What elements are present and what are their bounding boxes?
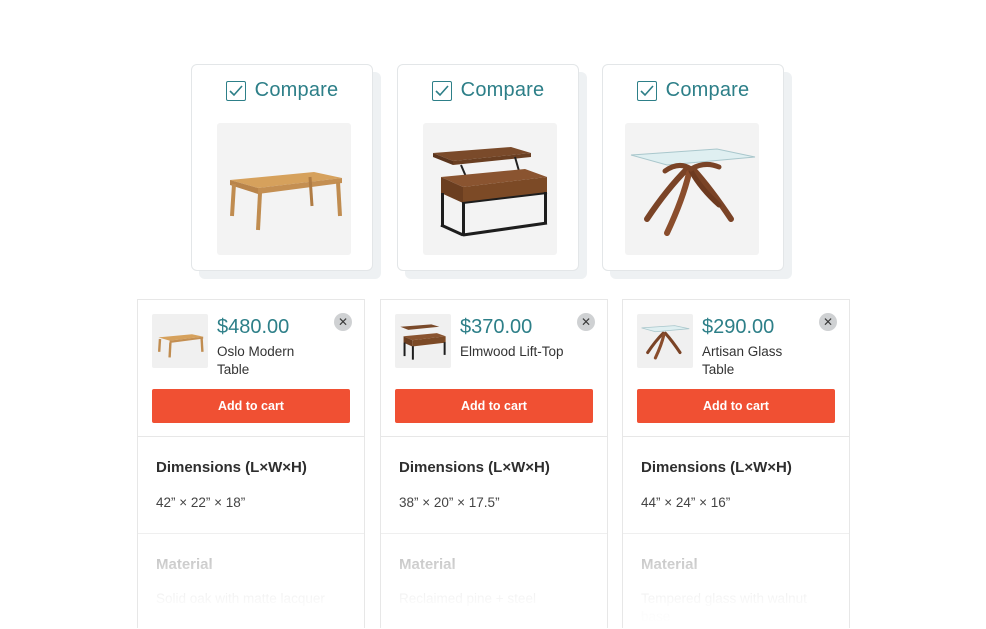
compare-card-oak-table: Compare [191, 64, 373, 271]
product-name[interactable]: Artisan Glass Table [702, 343, 814, 379]
product-column: $290.00 Artisan Glass Table ✕ Add to car… [622, 299, 850, 628]
product-thumbnail[interactable] [152, 314, 208, 368]
spec-value: Solid oak with matte lacquer [156, 591, 325, 606]
compare-toggle[interactable]: Compare [398, 79, 578, 102]
spec-value: Reclaimed pine + steel [399, 591, 536, 606]
product-summary: $370.00 Elmwood Lift-Top ✕ Add to cart [381, 299, 607, 437]
glass-table-image [625, 123, 759, 255]
compare-label: Compare [460, 79, 545, 101]
spec-value: Tempered glass with walnut base [641, 591, 807, 624]
spec-value: 44” × 24” × 16” [641, 495, 731, 510]
checkbox-checked-icon[interactable] [225, 80, 246, 101]
product-price: $370.00 [460, 316, 533, 338]
spec-value: 38” × 20” × 17.5” [399, 495, 500, 510]
product-column: $370.00 Elmwood Lift-Top ✕ Add to cart D… [380, 299, 608, 628]
compare-card-glass-table: Compare [602, 64, 784, 271]
spec-material: Material Reclaimed pine + steel [381, 534, 607, 629]
product-thumbnail[interactable] [637, 314, 693, 368]
spec-title: Material [156, 556, 213, 573]
lift-top-table-image [423, 123, 557, 255]
close-icon[interactable]: ✕ [819, 313, 837, 331]
spec-title: Dimensions (L×W×H) [641, 459, 792, 476]
compare-card-lift-top-table: Compare [397, 64, 579, 271]
oak-table-image [217, 123, 351, 255]
close-icon[interactable]: ✕ [577, 313, 595, 331]
spec-value: 42” × 22” × 18” [156, 495, 246, 510]
product-column: $480.00 Oslo Modern Table ✕ Add to cart … [137, 299, 365, 628]
add-to-cart-button[interactable]: Add to cart [637, 389, 835, 423]
product-name[interactable]: Elmwood Lift-Top [460, 343, 572, 361]
compare-label: Compare [254, 79, 339, 101]
checkbox-checked-icon[interactable] [431, 80, 452, 101]
add-to-cart-button[interactable]: Add to cart [395, 389, 593, 423]
product-name[interactable]: Oslo Modern Table [217, 343, 329, 379]
spec-material: Material Solid oak with matte lacquer [138, 534, 364, 629]
spec-dimensions: Dimensions (L×W×H) 42” × 22” × 18” [138, 437, 364, 534]
add-to-cart-button[interactable]: Add to cart [152, 389, 350, 423]
compare-toggle[interactable]: Compare [603, 79, 783, 102]
product-price: $290.00 [702, 316, 775, 338]
spec-title: Dimensions (L×W×H) [399, 459, 550, 476]
spec-dimensions: Dimensions (L×W×H) 44” × 24” × 16” [623, 437, 849, 534]
product-price: $480.00 [217, 316, 290, 338]
compare-label: Compare [665, 79, 750, 101]
product-summary: $290.00 Artisan Glass Table ✕ Add to car… [623, 299, 849, 437]
spec-title: Material [641, 556, 698, 573]
spec-title: Material [399, 556, 456, 573]
spec-material: Material Tempered glass with walnut base [623, 534, 849, 629]
close-icon[interactable]: ✕ [334, 313, 352, 331]
spec-dimensions: Dimensions (L×W×H) 38” × 20” × 17.5” [381, 437, 607, 534]
product-summary: $480.00 Oslo Modern Table ✕ Add to cart [138, 299, 364, 437]
spec-title: Dimensions (L×W×H) [156, 459, 307, 476]
checkbox-checked-icon[interactable] [636, 80, 657, 101]
product-thumbnail[interactable] [395, 314, 451, 368]
compare-toggle[interactable]: Compare [192, 79, 372, 102]
